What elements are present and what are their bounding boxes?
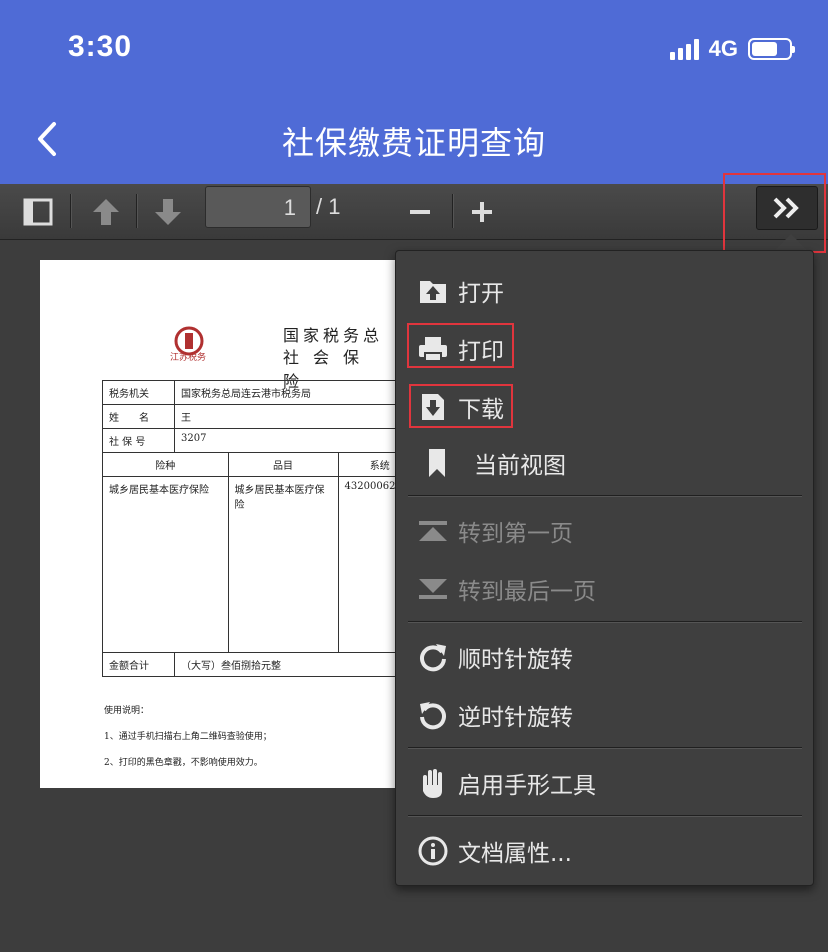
menu-item-hand-tool[interactable]: 启用手形工具 [396, 755, 815, 811]
signal-icon [669, 38, 699, 60]
highlight-box-download [409, 384, 513, 428]
bookmark-icon [420, 446, 454, 480]
menu-divider [408, 815, 802, 816]
toolbar-divider [70, 194, 71, 228]
toolbar-divider [452, 194, 453, 228]
menu-item-rotate-counterclockwise[interactable]: 逆时针旋转 [396, 687, 815, 743]
sidebar-toggle-icon[interactable] [22, 196, 54, 228]
menu-item-rotate-clockwise[interactable]: 顺时针旋转 [396, 629, 815, 685]
zoom-in-icon[interactable] [466, 196, 498, 228]
table-cell: 金额合计 [102, 652, 175, 677]
table-cell: 社 保 号 [102, 428, 175, 453]
table-cell: 姓 名 [102, 404, 175, 429]
status-indicators: 4G [669, 36, 795, 62]
last-page-icon [416, 572, 450, 606]
table-cell: 3207 [174, 428, 400, 453]
table-row: 姓 名 王 [102, 404, 400, 429]
highlight-box-print [407, 323, 514, 368]
table-header: 险种 [102, 452, 229, 477]
menu-divider [408, 621, 802, 622]
folder-open-icon [416, 274, 450, 308]
info-icon [416, 834, 450, 868]
doc-title-line1: 国家税务总 [283, 326, 384, 345]
table-row: 城乡居民基本医疗保险 城乡居民基本医疗保险 43200062 [102, 476, 400, 653]
menu-label: 顺时针旋转 [458, 647, 573, 673]
menu-pointer [775, 234, 807, 250]
table-row: 社 保 号 3207 [102, 428, 400, 453]
menu-label: 启用手形工具 [458, 773, 596, 799]
menu-label: 转到第一页 [458, 521, 573, 547]
usage-notes: 使用说明： 1、通过手机扫描右上角二维码查验使用； 2、打印的黑色章戳，不影响使… [104, 698, 272, 776]
menu-item-first-page[interactable]: 转到第一页 [396, 503, 815, 559]
menu-label: 转到最后一页 [458, 579, 596, 605]
page-total: / 1 [316, 194, 341, 219]
menu-label: 打开 [458, 281, 504, 307]
logo-text: 江苏税务 [170, 353, 207, 363]
menu-divider [408, 495, 802, 496]
battery-icon [748, 38, 795, 60]
previous-page-icon[interactable] [90, 196, 122, 228]
table-row: 金额合计 （大写）叁佰捌拾元整 [102, 652, 400, 677]
status-time: 3:30 [68, 30, 133, 63]
rotate-counterclockwise-icon [416, 698, 450, 732]
battery-level [752, 42, 778, 56]
menu-item-current-view[interactable]: 当前视图 [396, 435, 815, 491]
hand-icon [416, 766, 450, 800]
note-line: 1、通过手机扫描右上角二维码查验使用； [104, 732, 272, 742]
app-header: 3:30 4G 社保缴费证明查询 [0, 0, 828, 184]
document-page: 江苏税务 国家税务总 社会保险 税务机关 国家税务总局连云港市税务局 姓 名 王… [40, 260, 400, 788]
notes-title: 使用说明： [104, 706, 150, 716]
table-cell: （大写）叁佰捌拾元整 [174, 652, 400, 677]
page-title: 社保缴费证明查询 [281, 124, 546, 162]
table-cell: 城乡居民基本医疗保险 [227, 476, 339, 653]
table-header: 系统 [337, 452, 400, 477]
next-page-icon[interactable] [152, 196, 184, 228]
table-cell: 国家税务总局连云港市税务局 [174, 380, 400, 405]
menu-label: 逆时针旋转 [458, 705, 573, 731]
menu-item-document-properties[interactable]: 文档属性... [396, 823, 815, 879]
note-line: 2、打印的黑色章戳，不影响使用效力。 [104, 758, 263, 768]
table-cell: 城乡居民基本医疗保险 [102, 476, 229, 653]
network-type: 4G [708, 36, 738, 61]
certificate-table: 税务机关 国家税务总局连云港市税务局 姓 名 王 社 保 号 3207 险种 品… [102, 380, 400, 677]
table-row: 险种 品目 系统 [102, 452, 400, 477]
zoom-out-icon[interactable] [404, 196, 436, 228]
pdf-toolbar [0, 184, 828, 240]
menu-label: 文档属性... [458, 841, 572, 867]
table-cell: 王 [174, 404, 400, 429]
first-page-icon [416, 514, 450, 548]
table-row: 税务机关 国家税务总局连云港市税务局 [102, 380, 400, 405]
table-cell: 43200062 [337, 476, 400, 653]
rotate-clockwise-icon [416, 640, 450, 674]
table-cell: 税务机关 [102, 380, 175, 405]
page-number-input[interactable]: 1 [205, 186, 311, 228]
menu-label: 当前视图 [474, 453, 566, 479]
table-header: 品目 [227, 452, 339, 477]
menu-item-open[interactable]: 打开 [396, 263, 815, 319]
menu-item-last-page[interactable]: 转到最后一页 [396, 561, 815, 617]
toolbar-divider [136, 194, 137, 228]
menu-divider [408, 747, 802, 748]
